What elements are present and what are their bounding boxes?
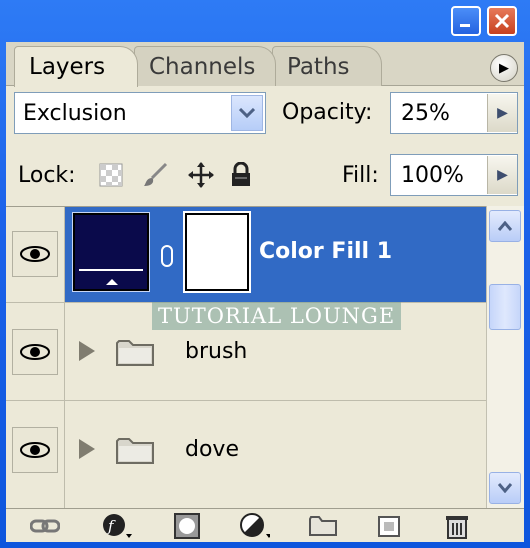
expand-triangle-icon[interactable]: [79, 341, 95, 361]
delete-layer-button[interactable]: [442, 513, 472, 539]
watermark: TUTORIAL LOUNGE: [152, 302, 402, 330]
layer-content: Color Fill 1: [64, 207, 486, 302]
layers-panel: Paths Channels Layers ▶ Exclusion Opacit…: [6, 42, 524, 542]
chevron-down-icon: [498, 483, 512, 493]
chevron-down-icon[interactable]: [231, 95, 263, 131]
mask-link-icon[interactable]: [161, 245, 173, 267]
blend-mode-select[interactable]: Exclusion: [14, 92, 266, 134]
tab-paths[interactable]: Paths: [272, 46, 382, 86]
padlock-icon[interactable]: [228, 162, 254, 188]
link-layers-button[interactable]: [30, 513, 60, 539]
new-layer-button[interactable]: [374, 513, 404, 539]
layer-content: dove: [64, 401, 486, 509]
layer-row-dove[interactable]: dove: [6, 401, 486, 509]
play-arrow-icon: ▶: [499, 60, 509, 76]
scroll-thumb[interactable]: [489, 284, 521, 330]
layer-row-color-fill[interactable]: Color Fill 1: [6, 207, 486, 303]
minimize-button[interactable]: [451, 6, 481, 36]
close-button[interactable]: [487, 6, 517, 36]
layer-name: dove: [185, 437, 239, 462]
opacity-slider-arrow-icon[interactable]: ▶: [487, 94, 517, 132]
layers-scrollbar[interactable]: [486, 206, 524, 508]
layers-toolbar: f: [6, 508, 524, 542]
opacity-field[interactable]: 25% ▶: [390, 92, 518, 134]
fill-thumbnail: [72, 212, 150, 292]
layer-name: Color Fill 1: [259, 239, 393, 264]
layer-name: brush: [185, 339, 248, 364]
scroll-down-button[interactable]: [489, 472, 521, 504]
layer-style-icon: f: [103, 514, 132, 538]
trash-icon: [446, 516, 468, 539]
lock-label: Lock:: [18, 163, 76, 188]
panel-menu-button[interactable]: ▶: [490, 54, 518, 82]
visibility-eye-icon[interactable]: [12, 231, 58, 277]
fill-value: 100%: [401, 162, 464, 188]
add-layer-style-button[interactable]: f: [102, 513, 132, 539]
opacity-label: Opacity:: [282, 100, 373, 125]
fill-field[interactable]: 100% ▶: [390, 154, 518, 196]
new-layer-icon: [378, 516, 400, 537]
layers-list: Color Fill 1 brush dove: [6, 206, 524, 509]
new-group-button[interactable]: [308, 513, 338, 539]
expand-triangle-icon[interactable]: [79, 439, 95, 459]
opacity-value: 25%: [401, 100, 450, 126]
folder-icon: [116, 340, 154, 366]
triangle-icon: [106, 279, 118, 285]
visibility-eye-icon[interactable]: [12, 329, 58, 375]
minimize-icon: [460, 24, 470, 27]
chevron-up-icon: [498, 221, 512, 231]
add-mask-button[interactable]: [172, 513, 202, 539]
mask-icon: [174, 513, 200, 539]
move-lock-icon[interactable]: [188, 162, 214, 188]
new-adjustment-layer-button[interactable]: [240, 513, 270, 539]
blend-mode-value: Exclusion: [23, 100, 127, 126]
close-icon: [494, 13, 510, 29]
fill-slider-arrow-icon[interactable]: ▶: [487, 156, 517, 194]
new-group-icon: [309, 516, 337, 536]
tab-bar: Paths Channels Layers ▶: [6, 42, 524, 87]
mask-thumbnail[interactable]: [183, 211, 251, 293]
visibility-eye-icon[interactable]: [12, 427, 58, 473]
adjustment-layer-icon: [240, 513, 270, 538]
transparency-lock-icon[interactable]: [98, 162, 124, 188]
tab-channels[interactable]: Channels: [134, 46, 276, 86]
fill-label: Fill:: [342, 163, 379, 188]
tab-layers[interactable]: Layers: [14, 46, 138, 87]
folder-icon: [116, 438, 154, 464]
brush-lock-icon[interactable]: [142, 162, 168, 188]
link-icon: [30, 519, 60, 533]
scroll-up-button[interactable]: [489, 210, 521, 242]
window-frame: Paths Channels Layers ▶ Exclusion Opacit…: [0, 0, 530, 548]
